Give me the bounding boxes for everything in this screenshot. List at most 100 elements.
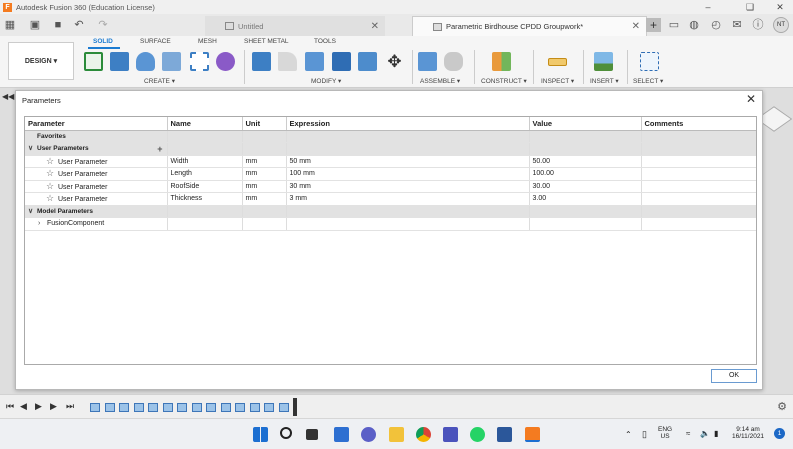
table-row[interactable]: ☆ User Parameter Thickness mm 3 mm 3.00 [25,192,756,206]
help-icon[interactable]: ⓘ [752,18,764,32]
notification-badge[interactable]: 1 [774,428,785,439]
chat-app-icon[interactable] [361,427,376,442]
pattern-icon[interactable] [190,52,209,71]
param-unit[interactable]: mm [242,155,287,168]
tab-untitled[interactable]: Untitled ✕ [205,16,385,36]
revolve-icon[interactable] [136,52,155,71]
collapse-chevron-icon[interactable]: ∨ [28,207,37,215]
inspect-menu[interactable]: INSPECT ▾ [541,77,574,85]
tab-tools[interactable]: TOOLS [314,38,336,45]
chamfer-icon[interactable] [305,52,324,71]
param-expression[interactable]: 50 mm [286,155,530,168]
form-icon[interactable] [216,52,235,71]
file-explorer-icon[interactable] [389,427,404,442]
close-tab-icon[interactable]: ✕ [632,21,640,32]
battery-icon[interactable]: ▮ [714,429,718,438]
user-avatar[interactable]: NT [773,17,789,33]
param-unit[interactable]: mm [242,167,287,181]
maximize-button[interactable]: ❑ [738,0,762,14]
ok-button[interactable]: OK [711,369,757,383]
timeline-feature-icon[interactable] [235,403,245,412]
param-comments[interactable] [641,155,756,168]
hole-icon[interactable] [162,52,181,71]
param-name[interactable]: Length [167,167,243,181]
fusion-taskbar-icon[interactable] [525,427,540,442]
new-component-icon[interactable] [418,52,437,71]
tab-surface[interactable]: SURFACE [140,38,171,45]
new-tab-button[interactable]: + [646,18,661,32]
step-forward-icon[interactable]: ▶ [50,401,57,412]
favorite-star-icon[interactable]: ☆ [46,193,58,204]
timeline-feature-icon[interactable] [191,403,202,412]
create-sketch-icon[interactable] [84,52,103,71]
param-name[interactable]: Width [167,155,243,168]
param-comments[interactable] [641,180,756,193]
show-hidden-icons-icon[interactable]: ⌃ [625,430,632,439]
widgets-icon[interactable] [334,427,349,442]
go-to-end-icon[interactable]: ⏭ [66,401,74,412]
timeline-feature-icon[interactable] [264,403,274,412]
volume-icon[interactable]: 🔈 [700,429,710,438]
col-comments[interactable]: Comments [641,117,756,131]
clock[interactable]: 9:14 am 16/11/2021 [732,426,764,440]
history-icon[interactable]: ◴ [710,18,722,32]
input-language[interactable]: ENG US [658,426,672,440]
undo-icon[interactable]: ↶ [72,18,86,32]
timeline-feature-icon[interactable] [206,403,216,412]
table-row[interactable]: ☆ User Parameter Width mm 50 mm 50.00 [25,155,756,168]
save-icon[interactable]: ■ [52,18,64,32]
param-expression[interactable]: 3 mm [286,192,530,206]
usb-icon[interactable]: ▯ [642,429,647,440]
shell-icon[interactable] [332,52,351,71]
chat-icon[interactable]: ▭ [668,18,680,32]
timeline-marker[interactable] [293,398,297,416]
assemble-menu[interactable]: ASSEMBLE ▾ [420,77,460,85]
add-parameter-icon[interactable]: + [157,144,162,154]
timeline-feature-icon[interactable] [177,403,187,412]
combine-icon[interactable] [358,52,377,71]
measure-icon[interactable] [548,58,567,66]
timeline-feature-icon[interactable] [90,403,100,412]
timeline-settings-icon[interactable]: ⚙ [777,400,787,413]
param-unit[interactable]: mm [242,192,287,206]
select-icon[interactable] [640,52,659,71]
windows-start-icon[interactable] [253,427,268,442]
construct-menu[interactable]: CONSTRUCT ▾ [481,77,527,85]
col-name[interactable]: Name [167,117,243,131]
table-row[interactable]: ☆ User Parameter Length mm 100 mm 100.00 [25,167,756,181]
insert-image-icon[interactable] [594,52,613,71]
param-expression[interactable]: 30 mm [286,180,530,193]
table-row[interactable]: › FusionComponent [25,217,756,231]
press-pull-icon[interactable] [252,52,271,71]
timeline-feature-icon[interactable] [148,403,158,412]
tab-mesh[interactable]: MESH [198,38,217,45]
dialog-close-icon[interactable]: ✕ [746,92,756,106]
redo-icon[interactable]: ↷ [96,18,110,32]
model-parameters-section-row[interactable]: ∨ Model Parameters [25,205,756,218]
timeline-feature-icon[interactable] [278,403,289,412]
col-parameter[interactable]: Parameter [25,117,168,131]
step-back-icon[interactable]: ◀ [20,401,27,412]
user-parameters-section-row[interactable]: ∨ User Parameters + [25,142,756,156]
minimize-button[interactable]: – [696,0,720,14]
col-unit[interactable]: Unit [242,117,287,131]
param-comments[interactable] [641,167,756,181]
search-icon[interactable] [280,427,292,439]
timeline-feature-icon[interactable] [249,403,260,412]
table-row[interactable]: ☆ User Parameter RoofSide mm 30 mm 30.00 [25,180,756,193]
select-menu[interactable]: SELECT ▾ [633,77,663,85]
whatsapp-icon[interactable] [470,427,485,442]
chrome-icon[interactable] [416,427,431,442]
param-unit[interactable]: mm [242,180,287,193]
timeline-feature-icon[interactable] [133,403,144,412]
browser-collapse-icon[interactable]: ◀◀ [2,92,14,101]
create-menu[interactable]: CREATE ▾ [144,77,175,85]
task-view-icon[interactable] [306,429,318,440]
timeline-feature-icon[interactable] [119,403,129,412]
timeline-feature-icon[interactable] [162,403,173,412]
modify-menu[interactable]: MODIFY ▾ [311,77,341,85]
favorite-star-icon[interactable]: ☆ [46,181,58,192]
param-name[interactable]: RoofSide [167,180,243,193]
file-menu-icon[interactable]: ▣ [28,18,42,32]
joint-icon[interactable] [444,52,463,71]
